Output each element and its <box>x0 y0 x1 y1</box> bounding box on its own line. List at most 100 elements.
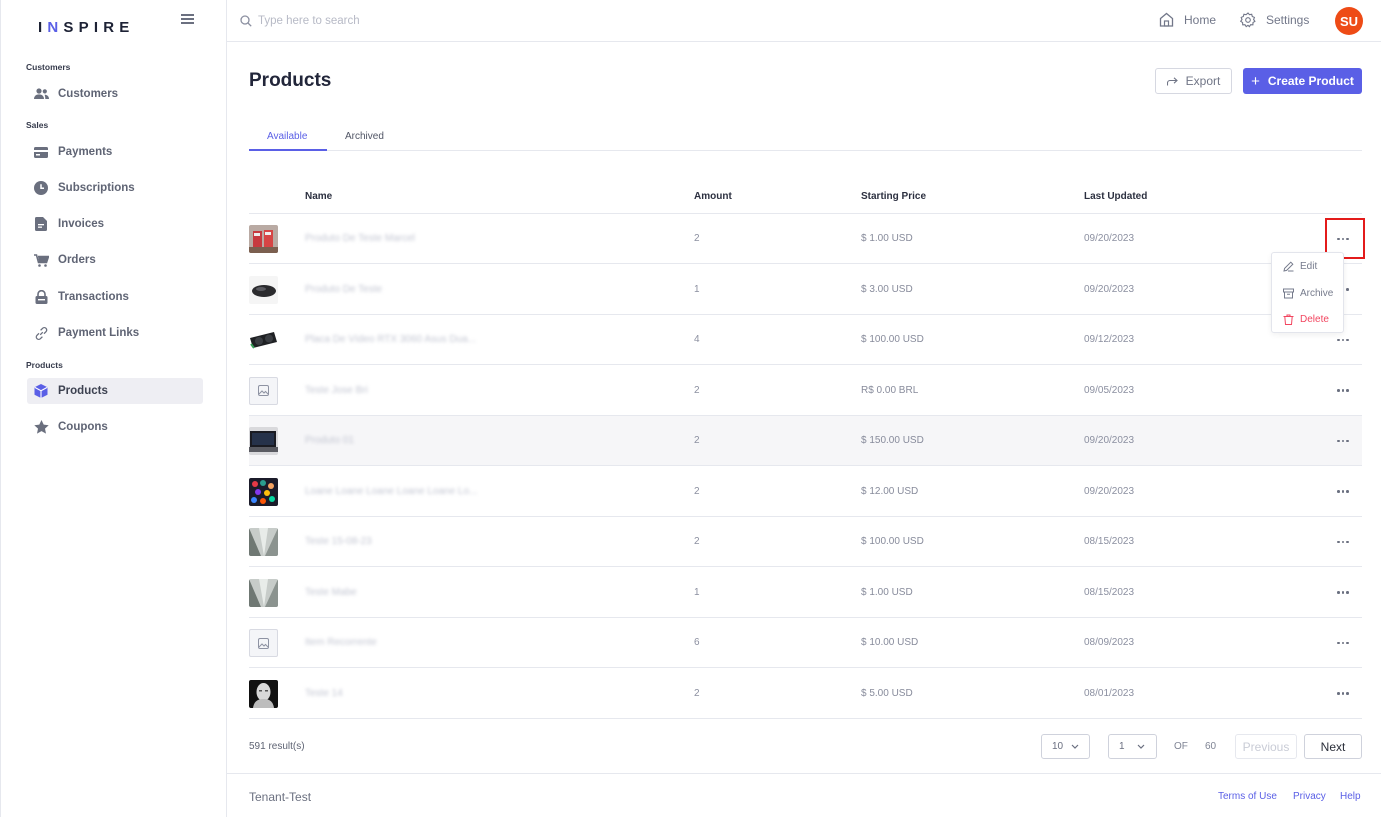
product-price: $ 1.00 USD <box>861 586 913 598</box>
row-actions-icon[interactable] <box>1334 685 1352 703</box>
table-row[interactable]: Produto 01 2 $ 150.00 USD 09/20/2023 <box>249 416 1362 466</box>
topbar: Home Settings SU <box>227 0 1381 42</box>
menu-item-delete[interactable]: Delete <box>1283 314 1329 325</box>
column-header-name[interactable]: Name <box>305 191 332 202</box>
product-price: $ 150.00 USD <box>861 435 924 446</box>
product-name[interactable]: Item Recorrente <box>305 637 377 648</box>
row-actions-icon[interactable] <box>1334 432 1352 450</box>
tab-available[interactable]: Available <box>267 131 307 142</box>
product-amount: 4 <box>694 334 700 345</box>
row-actions-icon[interactable] <box>1334 634 1352 652</box>
product-price: R$ 0.00 BRL <box>861 384 919 396</box>
document-icon <box>33 216 49 232</box>
menu-item-label: Edit <box>1300 261 1318 272</box>
section-label-customers: Customers <box>26 62 71 72</box>
product-name[interactable]: Produto De Teste <box>305 284 382 295</box>
product-updated: 09/20/2023 <box>1084 233 1135 244</box>
menu-item-edit[interactable]: Edit <box>1283 261 1317 272</box>
trash-icon <box>1283 314 1294 325</box>
product-amount: 2 <box>694 687 700 699</box>
menu-item-label: Archive <box>1300 288 1334 299</box>
home-link[interactable]: Home <box>1159 12 1216 27</box>
sidebar-item-payment-links[interactable]: Payment Links <box>27 320 203 346</box>
row-actions-icon[interactable] <box>1334 483 1352 501</box>
table-row[interactable]: Teste Mabe 1 $ 1.00 USD 08/15/2023 <box>249 568 1362 618</box>
column-header-starting-price[interactable]: Starting Price <box>861 191 926 202</box>
user-avatar[interactable]: SU <box>1335 7 1363 35</box>
table-row[interactable]: Produto De Teste 1 $ 3.00 USD 09/20/2023 <box>249 265 1362 315</box>
search-input[interactable] <box>258 11 558 31</box>
product-name[interactable]: Loane Loane Loane Loane Loane Lo... <box>305 486 477 497</box>
sidebar-item-transactions[interactable]: Transactions <box>27 284 203 310</box>
table-header: Name Amount Starting Price Last Updated <box>249 180 1362 214</box>
table-row[interactable]: Teste Jose Bri 2 R$ 0.00 BRL 09/05/2023 <box>249 366 1362 416</box>
menu-item-archive[interactable]: Archive <box>1283 288 1333 299</box>
settings-label: Settings <box>1266 13 1310 27</box>
settings-link[interactable]: Settings <box>1240 12 1309 28</box>
table-row[interactable]: Placa De Vídeo RTX 3060 Asus Dua... 4 $ … <box>249 315 1362 365</box>
sidebar-item-customers[interactable]: Customers <box>27 81 203 107</box>
privacy-link[interactable]: Privacy <box>1293 791 1326 802</box>
sidebar-item-products[interactable]: Products <box>27 378 203 404</box>
product-name[interactable]: Teste Jose Bri <box>305 385 368 396</box>
table-row[interactable]: Produto De Teste Marcel 2 $ 1.00 USD 09/… <box>249 214 1362 264</box>
product-name[interactable]: Produto De Teste Marcel <box>305 233 415 244</box>
sidebar-item-subscriptions[interactable]: Subscriptions <box>27 175 203 201</box>
product-updated: 09/20/2023 <box>1084 435 1135 446</box>
product-name[interactable]: Placa De Vídeo RTX 3060 Asus Dua... <box>305 334 476 345</box>
table-row[interactable]: Teste 14 2 $ 5.00 USD 08/01/2023 <box>249 669 1362 719</box>
sidebar-item-invoices[interactable]: Invoices <box>27 211 203 237</box>
product-updated: 08/09/2023 <box>1084 637 1135 648</box>
product-thumbnail <box>249 275 278 304</box>
menu-item-label: Delete <box>1300 314 1329 325</box>
page-number-select[interactable]: 1 <box>1108 734 1157 759</box>
product-thumbnail <box>249 578 278 607</box>
previous-button[interactable]: Previous <box>1235 734 1297 759</box>
sidebar-item-label: Orders <box>58 254 96 266</box>
product-price: $ 100.00 USD <box>861 334 924 345</box>
sidebar: INSPIRE Customers Customers Sales Paymen… <box>0 0 227 817</box>
sidebar-item-coupons[interactable]: Coupons <box>27 414 203 440</box>
product-amount: 2 <box>694 435 700 446</box>
create-product-button[interactable]: + Create Product <box>1243 68 1362 94</box>
tab-archived[interactable]: Archived <box>345 131 384 142</box>
product-name[interactable]: Teste Mabe <box>305 587 357 598</box>
sidebar-item-label: Payment Links <box>58 327 140 339</box>
product-name[interactable]: Teste 15-08-23 <box>305 536 372 547</box>
gear-icon <box>1240 12 1256 28</box>
column-header-last-updated[interactable]: Last Updated <box>1084 191 1147 202</box>
product-amount: 1 <box>694 283 700 295</box>
footer: Tenant-Test Terms of Use Privacy Help <box>227 773 1381 817</box>
product-name[interactable]: Teste 14 <box>305 688 343 699</box>
active-tab-indicator <box>249 149 327 151</box>
row-actions-icon[interactable] <box>1334 331 1352 349</box>
users-icon <box>33 86 49 102</box>
row-actions-icon[interactable] <box>1334 382 1352 400</box>
product-amount: 2 <box>694 384 700 396</box>
help-link[interactable]: Help <box>1340 791 1361 802</box>
sidebar-item-label: Customers <box>58 88 119 100</box>
table-row[interactable]: Loane Loane Loane Loane Loane Lo... 2 $ … <box>249 467 1362 517</box>
product-thumbnail <box>249 427 278 455</box>
row-actions-icon[interactable] <box>1334 533 1352 551</box>
sidebar-item-orders[interactable]: Orders <box>27 247 203 273</box>
brand-logo[interactable]: INSPIRE <box>38 19 134 36</box>
page-size-select[interactable]: 10 <box>1041 734 1090 759</box>
column-header-amount[interactable]: Amount <box>694 191 732 202</box>
logo-row: INSPIRE <box>1 0 227 42</box>
table-row[interactable]: Teste 15-08-23 2 $ 100.00 USD 08/15/2023 <box>249 517 1362 567</box>
cart-icon <box>33 252 49 268</box>
sidebar-item-payments[interactable]: Payments <box>27 139 203 165</box>
plus-icon: + <box>1251 72 1260 90</box>
section-label-products: Products <box>26 360 63 370</box>
next-button[interactable]: Next <box>1304 734 1362 759</box>
clock-icon <box>33 180 49 196</box>
export-button[interactable]: Export <box>1155 68 1232 94</box>
table-row[interactable]: Item Recorrente 6 $ 10.00 USD 08/09/2023 <box>249 618 1362 668</box>
menu-toggle-icon[interactable] <box>181 13 195 25</box>
row-actions-icon[interactable] <box>1334 584 1352 602</box>
terms-link[interactable]: Terms of Use <box>1218 791 1277 802</box>
archive-icon <box>1283 288 1294 299</box>
product-thumbnail <box>249 679 278 708</box>
product-name[interactable]: Produto 01 <box>305 435 354 446</box>
